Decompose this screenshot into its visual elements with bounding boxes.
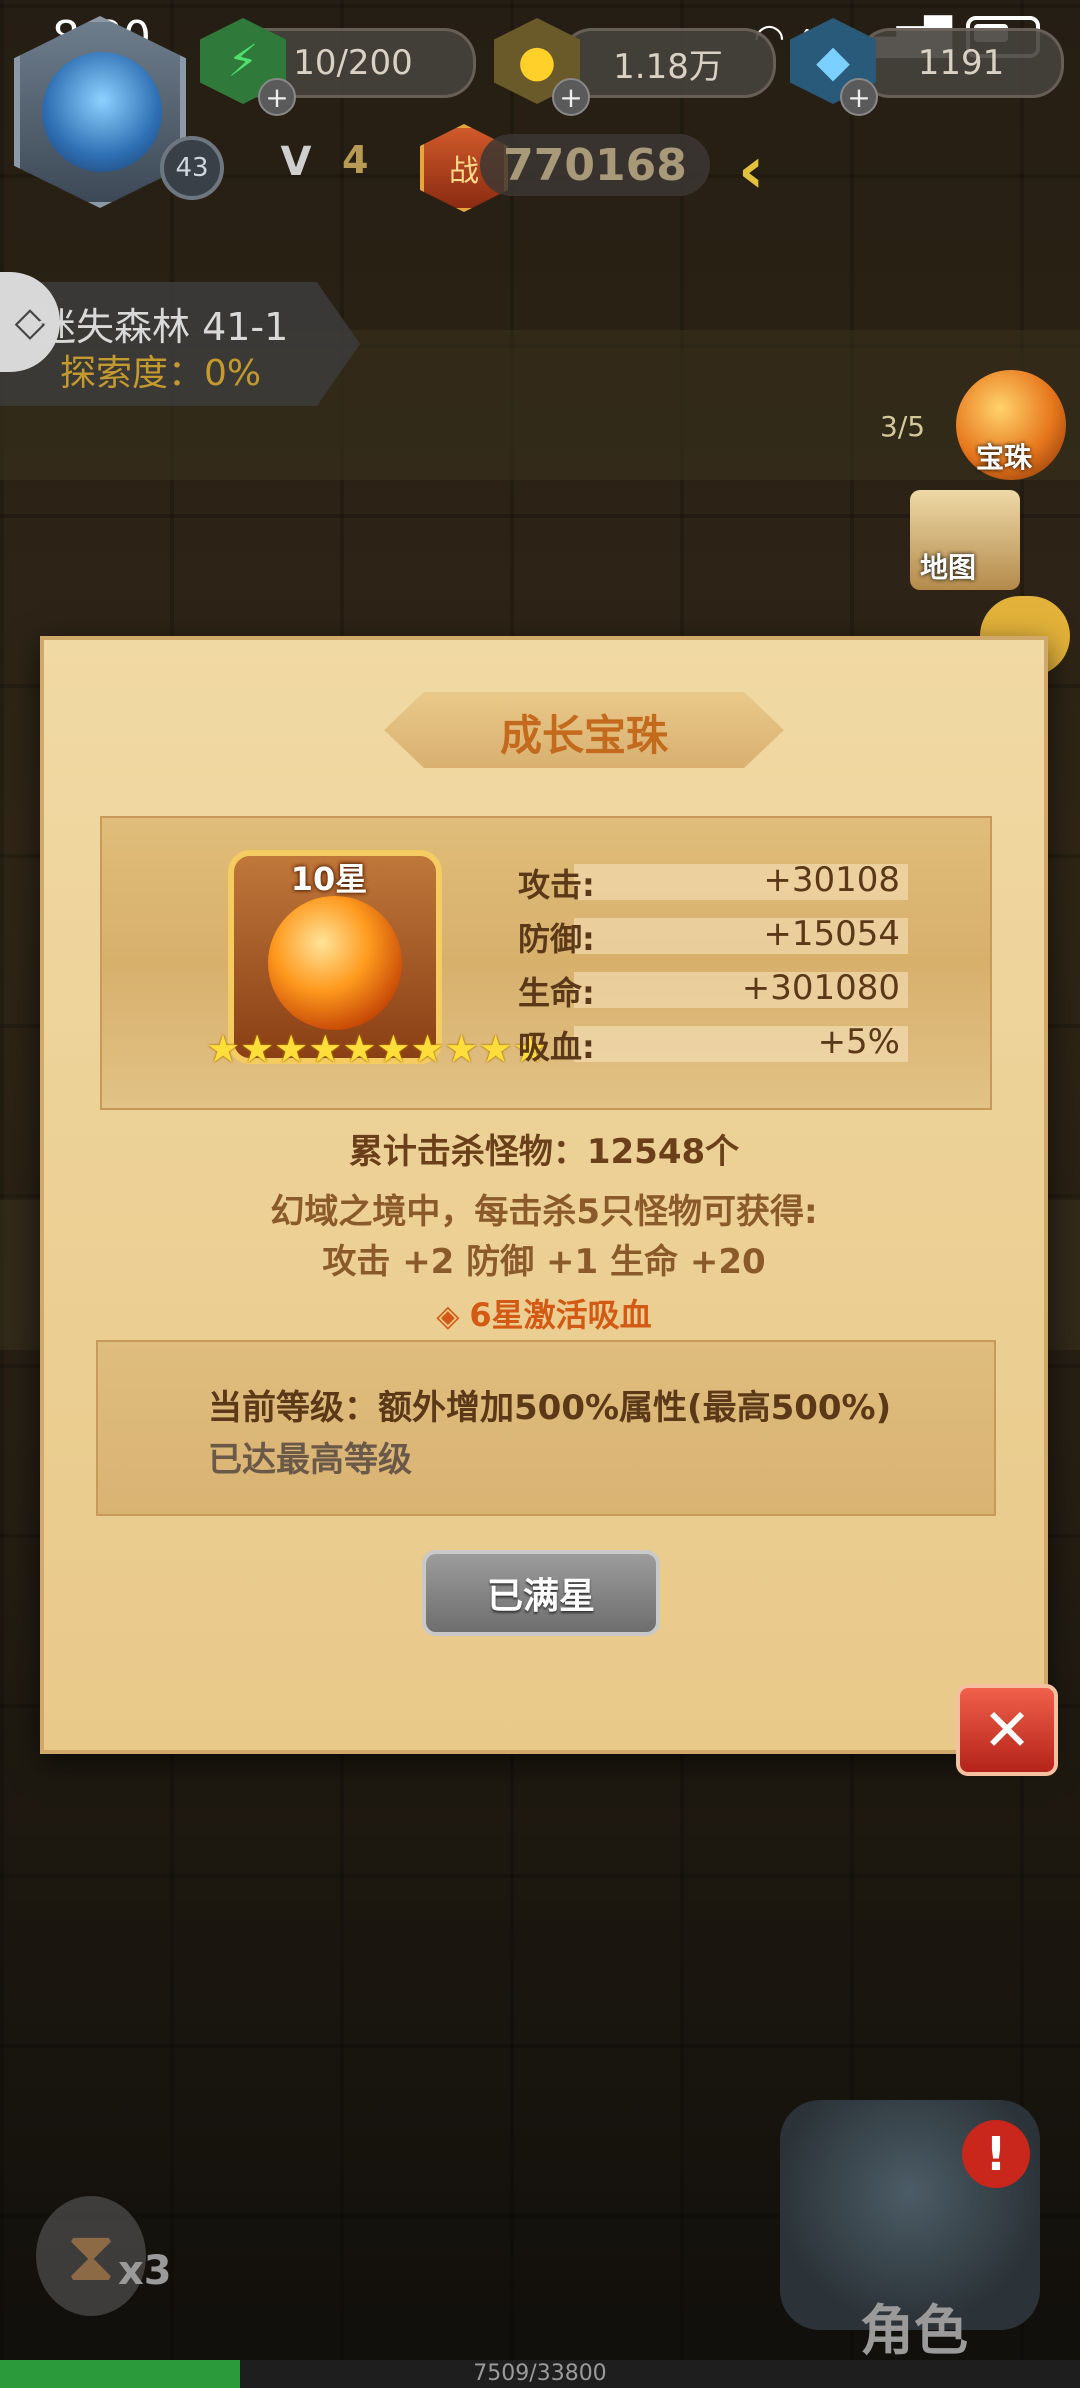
orb-star-rating: ★ ★ ★ ★ ★ ★ ★ ★ ★ ★ — [206, 1026, 547, 1072]
wave-counter: 3/5 — [880, 410, 926, 443]
stat-value: +301080 — [741, 968, 900, 1008]
kill-count: 累计击杀怪物：12548个 — [348, 1132, 740, 1172]
star-icon: ★ — [206, 1027, 241, 1071]
stat-row-lifesteal: 吸血: +5% — [518, 1022, 908, 1066]
stat-name: 攻击: — [518, 866, 595, 904]
gold-display: 1.18万 — [560, 28, 776, 98]
map-button-label: 地图 — [920, 551, 977, 584]
star-icon: ★ — [342, 1027, 377, 1071]
add-gold-button[interactable]: + — [552, 78, 590, 116]
stat-row-attack: 攻击: +30108 — [518, 860, 908, 904]
alert-icon: ! — [962, 2120, 1030, 2188]
vip-level: 4 — [342, 138, 369, 182]
star-icon: ★ — [308, 1027, 343, 1071]
avatar-portrait — [42, 52, 162, 172]
activate-note: ◈ 6星激活吸血 — [44, 1290, 1044, 1336]
speed-multiplier: x3 — [118, 2248, 172, 2294]
stat-name: 吸血: — [518, 1028, 595, 1066]
reward-description: 幻域之境中，每击杀5只怪物可获得: — [270, 1192, 818, 1232]
diamond-icon: ◈ — [436, 1299, 460, 1334]
dialog-title: 成长宝珠 — [499, 711, 668, 760]
vip-badge[interactable]: V — [256, 130, 336, 194]
star-icon: ★ — [240, 1027, 275, 1071]
add-gem-button[interactable]: + — [840, 78, 878, 116]
stat-row-defense: 防御: +15054 — [518, 914, 908, 958]
stat-value: +5% — [817, 1022, 900, 1062]
orb-icon — [268, 896, 402, 1030]
stat-value: +15054 — [763, 914, 900, 954]
star-icon: ★ — [376, 1027, 411, 1071]
add-stamina-button[interactable]: + — [258, 78, 296, 116]
collapse-arrow-icon[interactable]: ‹ — [738, 134, 764, 208]
orb-star-level: 10星 — [290, 860, 368, 898]
star-icon: ★ — [478, 1027, 513, 1071]
reward-values: 攻击 +2 防御 +1 生命 +20 — [322, 1242, 766, 1282]
star-icon: ★ — [410, 1027, 445, 1071]
close-icon[interactable]: ✕ — [956, 1684, 1058, 1776]
star-icon: ★ — [444, 1027, 479, 1071]
stat-value: +30108 — [763, 860, 900, 900]
stat-row-hp: 生命: +301080 — [518, 968, 908, 1012]
stat-name: 生命: — [518, 974, 595, 1012]
growth-orb-dialog: 成长宝珠 10星 ★ ★ ★ ★ ★ ★ ★ ★ ★ ★ 攻击: +30108 防御: +1505… — [40, 636, 1048, 1754]
current-level-text: 当前等级：额外增加500%属性(最高500%) — [208, 1388, 892, 1428]
experience-text: 7509/33800 — [473, 2361, 607, 2386]
stat-name: 防御: — [518, 920, 595, 958]
gem-display: 1191 — [858, 28, 1064, 98]
role-button-label: 角色 — [860, 2299, 968, 2362]
stage-name: 迷失森林 41-1 — [38, 305, 289, 349]
star-icon: ★ — [274, 1027, 309, 1071]
player-level-badge: 43 — [160, 136, 224, 200]
experience-bar: 7509/33800 — [0, 2360, 1080, 2388]
combat-power: 770168 — [480, 134, 710, 196]
stage-progress: 探索度：0% — [60, 353, 262, 394]
orb-button-label: 宝珠 — [976, 441, 1033, 474]
max-star-button[interactable]: 已满星 — [422, 1550, 660, 1636]
max-level-text: 已达最高等级 — [208, 1440, 412, 1480]
activate-note-text: 6星激活吸血 — [469, 1296, 652, 1334]
